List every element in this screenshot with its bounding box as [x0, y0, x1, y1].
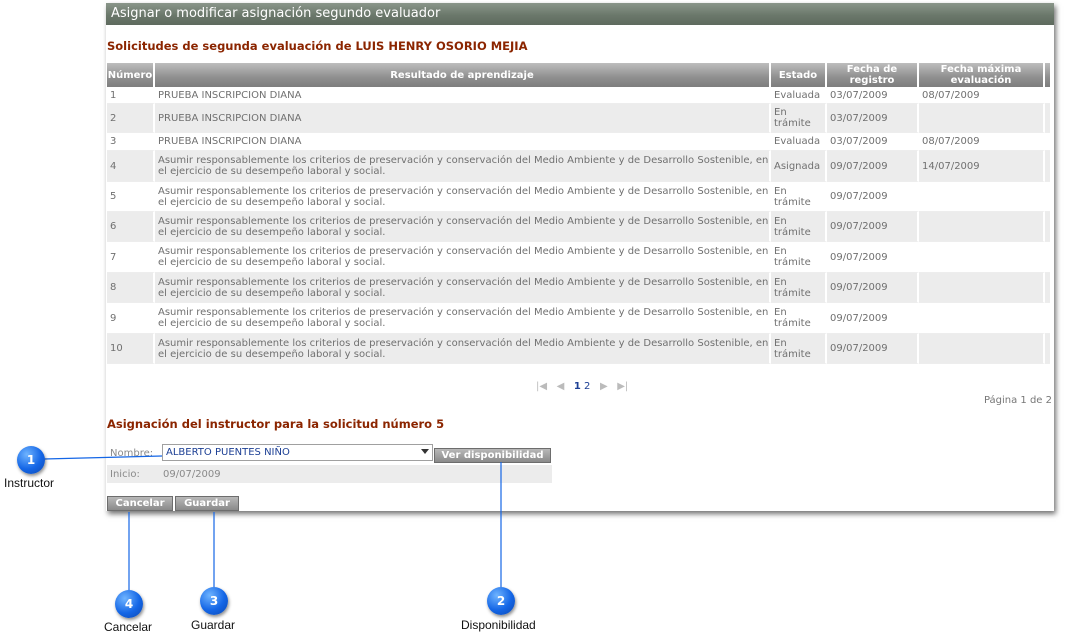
callout-3: 3 — [200, 587, 228, 615]
callout-3-label: Guardar — [191, 618, 236, 632]
callout-1-label: Instructor — [4, 476, 55, 490]
callout-2: 2 — [487, 587, 515, 615]
callout-4: 4 — [115, 590, 143, 618]
callout-1: 1 — [17, 446, 45, 474]
callout-lines — [43, 455, 502, 590]
callout-2-label: Disponibilidad — [461, 618, 536, 632]
callout-4-label: Cancelar — [104, 620, 153, 634]
